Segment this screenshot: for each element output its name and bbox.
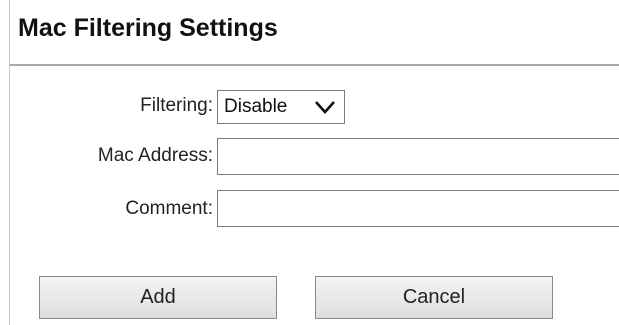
panel-header: Mac Filtering Settings bbox=[10, 0, 619, 66]
mac-address-label: Mac Address: bbox=[97, 145, 213, 166]
comment-input[interactable] bbox=[217, 190, 619, 227]
page-title: Mac Filtering Settings bbox=[18, 14, 278, 42]
mac-address-input[interactable] bbox=[217, 138, 619, 175]
filtering-selected-value: Disable bbox=[224, 96, 288, 117]
chevron-down-icon bbox=[315, 101, 335, 114]
filtering-select[interactable]: Disable bbox=[217, 90, 345, 124]
mac-filtering-panel: Mac Filtering Settings Filtering: Disabl… bbox=[9, 0, 619, 325]
comment-label: Comment: bbox=[125, 198, 213, 219]
cancel-button[interactable]: Cancel bbox=[315, 276, 553, 319]
filtering-label: Filtering: bbox=[140, 95, 213, 116]
add-button[interactable]: Add bbox=[39, 276, 277, 319]
